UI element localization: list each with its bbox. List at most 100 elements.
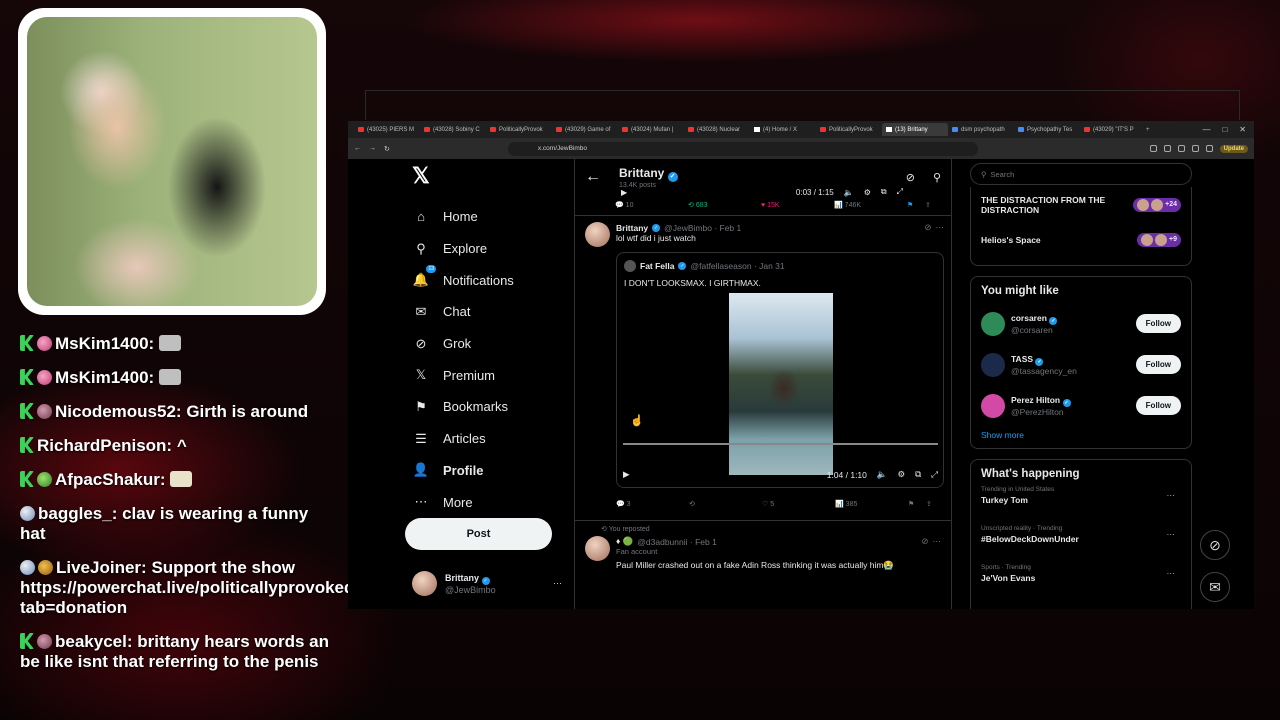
tweet[interactable]: Brittany ✓ @JewBimbo · Feb 1 ⊘ ⋯ lol wtf… xyxy=(575,215,951,520)
browser-tab[interactable]: PoliticallyProvok xyxy=(816,123,882,136)
settings-icon[interactable]: ⚙ xyxy=(864,188,871,197)
browser-tab[interactable]: dsm psychopath xyxy=(948,123,1014,136)
reply-button[interactable]: 💬 10 xyxy=(615,201,688,209)
space-item[interactable]: Helios's Space +9 xyxy=(981,222,1181,257)
like-button[interactable]: ♥ 15K xyxy=(761,202,834,209)
nav-item-premium[interactable]: 𝕏 Premium xyxy=(404,359,584,391)
tweet[interactable]: ⟲ You reposted ♦ 🟢 @d3adbunnii · Feb 1 ⊘… xyxy=(575,520,951,577)
new-tab-icon[interactable]: + xyxy=(1146,127,1150,133)
nav-item-bookmarks[interactable]: ⚑ Bookmarks xyxy=(404,391,584,423)
nav-item-chat[interactable]: ✉ Chat xyxy=(404,296,584,328)
share-icon[interactable]: ⇪ xyxy=(926,500,944,508)
profile-name: Brittany xyxy=(619,165,665,180)
grok-icon[interactable]: ⊘ xyxy=(1200,530,1230,560)
more-dots-icon[interactable]: ⋯ xyxy=(1167,490,1176,501)
trend-item[interactable]: Sports · Trending Je'Von Evans ⋯ xyxy=(981,564,1181,603)
more-dots-icon[interactable]: ⋯ xyxy=(1167,529,1176,540)
reload-icon[interactable]: ↻ xyxy=(384,145,390,153)
volume-icon[interactable]: 🔈 xyxy=(877,469,888,480)
forward-arrow-icon[interactable]: → xyxy=(369,145,376,152)
browser-tab[interactable]: (43029) Game of xyxy=(552,123,618,136)
chat-text: ^ xyxy=(176,436,187,455)
nav-item-articles[interactable]: ☰ Articles xyxy=(404,423,584,455)
more-dots-icon[interactable]: ⋯ xyxy=(1167,568,1176,579)
suggestion-row[interactable]: corsaren ✓ @corsaren Follow xyxy=(981,303,1181,344)
suggestion-row[interactable]: Perez Hilton ✓ @PerezHilton Follow xyxy=(981,385,1181,426)
nav-item-notifications[interactable]: 🔔 13 Notifications xyxy=(404,264,584,296)
account-name: Brittany xyxy=(445,572,480,583)
show-more-link[interactable]: Show more xyxy=(981,430,1181,440)
quote-tweet[interactable]: Fat Fella ✓ @fatfellaseason · Jan 31 I D… xyxy=(616,252,944,488)
close-icon[interactable]: ✕ xyxy=(1239,125,1246,134)
more-dots-icon[interactable]: ⋯ xyxy=(553,578,562,589)
browser-tab[interactable]: Psychopathy Tes xyxy=(1014,123,1080,136)
nav-item-grok[interactable]: ⊘ Grok xyxy=(404,328,584,360)
quote-text: I DON'T LOOKSMAX. I GIRTHMAX. xyxy=(624,278,761,288)
browser-tab[interactable]: PoliticallyProvok xyxy=(486,123,552,136)
share-icon[interactable]: ⇪ xyxy=(925,201,943,209)
browser-tab[interactable]: (43029) "IT'S P xyxy=(1080,123,1146,136)
maximize-icon[interactable]: □ xyxy=(1222,125,1227,134)
bookmark-icon[interactable]: ⚑ xyxy=(908,500,926,508)
follow-button[interactable]: Follow xyxy=(1135,355,1181,374)
nav-item-more[interactable]: ⋯ More xyxy=(404,486,584,518)
extension-icon[interactable] xyxy=(1191,145,1199,152)
play-icon[interactable]: ▶ xyxy=(621,188,627,197)
suggestion-row[interactable]: TASS ✓ @tassagency_en Follow xyxy=(981,344,1181,385)
space-title: Helios's Space xyxy=(981,234,1041,245)
browser-tab[interactable]: (13) Brittany xyxy=(882,123,948,136)
repost-button[interactable]: ⟲ xyxy=(689,500,762,508)
browser-tab[interactable]: (43028) Nuclear xyxy=(684,123,750,136)
nav-item-profile[interactable]: 👤 Profile xyxy=(404,455,584,487)
settings-icon[interactable]: ⚙ xyxy=(897,469,905,480)
post-button[interactable]: Post xyxy=(405,518,552,550)
extension-icon[interactable] xyxy=(1149,145,1157,152)
more-dots-icon[interactable]: ⋯ xyxy=(933,536,942,547)
play-icon[interactable]: ▶ xyxy=(623,469,630,480)
repost-button[interactable]: ⟲ 683 xyxy=(688,201,761,209)
space-item[interactable]: THE DISTRACTION FROM THE DISTRACTION +24 xyxy=(981,187,1181,222)
fullscreen-icon[interactable]: ⤢ xyxy=(897,187,903,197)
grok-icon[interactable]: ⊘ xyxy=(921,536,928,547)
update-button[interactable]: Update xyxy=(1219,144,1248,153)
nav-item-home[interactable]: ⌂ Home xyxy=(404,201,584,233)
browser-tab[interactable]: (43025) PIERS M xyxy=(354,123,420,136)
browser-tab[interactable]: (43028) Sobiny C xyxy=(420,123,486,136)
back-arrow-icon[interactable]: ← xyxy=(354,145,361,152)
reply-button[interactable]: 💬 3 xyxy=(616,500,689,508)
messages-icon[interactable]: ✉ xyxy=(1200,572,1230,602)
video-progress[interactable] xyxy=(623,443,938,445)
like-button[interactable]: ♡ 5 xyxy=(762,500,835,508)
grok-icon[interactable]: ⊘ xyxy=(906,171,915,184)
search-icon[interactable]: ⚲ xyxy=(933,171,941,184)
extension-icon[interactable] xyxy=(1177,145,1185,152)
follow-button[interactable]: Follow xyxy=(1135,314,1181,333)
nav-item-explore[interactable]: ⚲ Explore xyxy=(404,233,584,265)
video-player[interactable]: ▶ 1:04 / 1:10 🔈 ⚙ ⧉ ⤢ xyxy=(617,293,943,487)
pip-icon[interactable]: ⧉ xyxy=(915,469,921,480)
account-switcher[interactable]: Brittany ✓ @JewBimbo ⋯ xyxy=(412,571,562,596)
views-button[interactable]: 📊 385 xyxy=(835,500,908,508)
extension-icon[interactable] xyxy=(1205,145,1213,152)
browser-tab[interactable]: (4) Home / X xyxy=(750,123,816,136)
extension-icon[interactable] xyxy=(1163,145,1171,152)
volume-icon[interactable]: 🔈 xyxy=(844,188,854,197)
x-logo-icon[interactable]: 𝕏 xyxy=(412,163,584,191)
url-field[interactable]: x.com/JewBimbo xyxy=(507,141,978,156)
more-dots-icon[interactable]: ⋯ xyxy=(936,222,945,233)
bookmark-icon[interactable]: ⚑ xyxy=(907,201,925,209)
grok-icon[interactable]: ⊘ xyxy=(924,222,931,233)
browser-tab[interactable]: (43024) Mufan | xyxy=(618,123,684,136)
views-button[interactable]: 📊 746K xyxy=(834,201,907,209)
fullscreen-icon[interactable]: ⤢ xyxy=(931,469,938,480)
back-icon[interactable]: ← xyxy=(585,168,601,186)
trend-item[interactable]: Unscripted reality · Trending #BelowDeckD… xyxy=(981,525,1181,564)
pip-icon[interactable]: ⧉ xyxy=(881,187,887,197)
minimize-icon[interactable]: — xyxy=(1202,125,1210,134)
search-input[interactable]: ⚲ Search xyxy=(970,163,1192,185)
chat-badge-icon xyxy=(37,404,52,419)
suggestion-name-text: Perez Hilton xyxy=(1011,394,1061,405)
trend-item[interactable]: Trending in United States Turkey Tom ⋯ xyxy=(981,486,1181,525)
chat-badge-icon xyxy=(38,560,53,575)
follow-button[interactable]: Follow xyxy=(1135,396,1181,415)
